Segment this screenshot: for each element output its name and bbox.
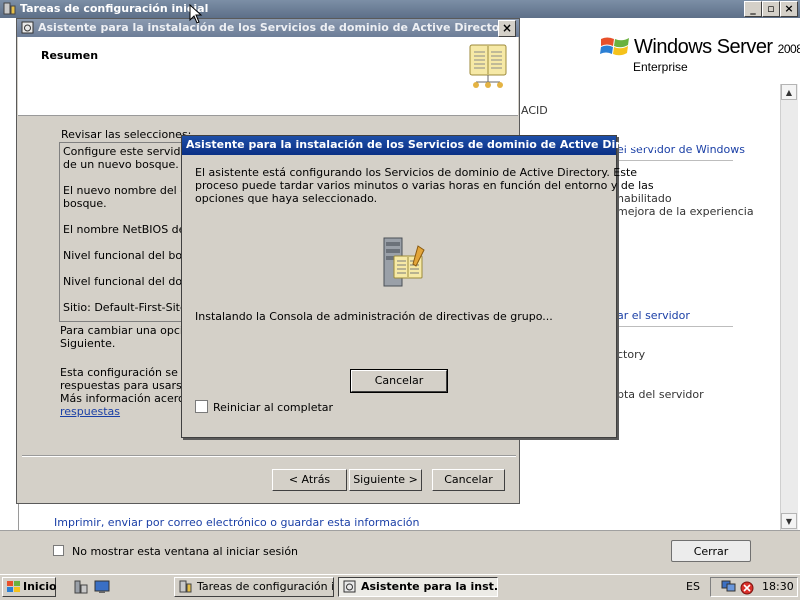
wizard-title: Asistente para la instalación de los Ser… [38, 21, 513, 34]
progress-message-line: El asistente está configurando los Servi… [195, 166, 638, 179]
taskbar-item-label: Asistente para la inst... [361, 580, 498, 593]
review-item: Sitio: Default-First-Site-Na [63, 301, 190, 314]
next-button[interactable]: Siguiente > [349, 469, 422, 491]
wizard-app-icon [343, 580, 356, 593]
server-tasks-icon [179, 580, 192, 593]
print-email-save-link[interactable]: Imprimir, enviar por correo electrónico … [54, 516, 420, 529]
taskbar-item-label: Tareas de configuración i... [197, 580, 334, 593]
scroll-up-arrow-icon[interactable]: ▲ [781, 84, 797, 100]
scroll-down-arrow-icon[interactable]: ▼ [781, 513, 797, 529]
restart-checkbox[interactable] [195, 400, 208, 413]
task-partial-text: nabilitado [617, 192, 672, 205]
directory-book-icon [469, 44, 507, 88]
review-item: de un nuevo bosque. [63, 158, 179, 171]
review-item: El nombre NetBIOS del d [63, 223, 191, 236]
server-tasks-icon [3, 2, 16, 15]
progress-message-line: proceso puede tardar varios minutos o va… [195, 179, 654, 192]
restart-label: Reiniciar al completar [213, 401, 334, 414]
review-item: Configure este servidor c [63, 145, 191, 158]
back-button[interactable]: < Atrás [272, 469, 347, 491]
wizard-cancel-button[interactable]: Cancelar [432, 469, 505, 491]
wizard-separator [22, 455, 516, 457]
close-window-button[interactable]: × [780, 1, 798, 17]
progress-title: Asistente para la instalación de los Ser… [186, 138, 661, 151]
taskbar-item-wizard[interactable]: Asistente para la inst... [338, 577, 498, 597]
task-link-customize-server[interactable]: ar el servidor [617, 309, 690, 322]
brand-logotype: Windows Server 2008 [634, 36, 800, 58]
answers-link[interactable]: respuestas [60, 405, 120, 418]
windows-flag-icon [600, 37, 629, 56]
dont-show-label: No mostrar esta ventana al iniciar sesió… [72, 545, 299, 558]
maximize-button[interactable]: ▫ [762, 1, 780, 17]
wizard-app-icon [21, 21, 34, 34]
divider [617, 160, 733, 161]
security-alert-icon[interactable] [740, 581, 754, 595]
review-selections-box[interactable]: Configure este servidor c de un nuevo bo… [59, 142, 191, 322]
page-title: Resumen [41, 49, 99, 62]
close-button[interactable]: Cerrar [671, 540, 751, 562]
dont-show-checkbox[interactable] [53, 545, 64, 556]
initial-config-title: Tareas de configuración inicial [20, 2, 209, 15]
network-icon[interactable] [721, 579, 737, 594]
progress-cancel-button[interactable]: Cancelar [350, 369, 448, 393]
change-option-text: Siguiente. [60, 337, 116, 350]
start-button[interactable]: Inicio [2, 577, 57, 597]
progress-message-line: opciones que haya seleccionado. [195, 192, 378, 205]
minimize-button[interactable]: _ [744, 1, 762, 17]
wizard-close-button[interactable]: × [498, 20, 516, 37]
start-label: Inicio [23, 580, 57, 593]
divider [617, 326, 733, 327]
task-partial-text: pta del servidor [617, 388, 704, 401]
review-item: El nuevo nombre del dom [63, 184, 191, 197]
review-label: Revisar las selecciones: [61, 128, 192, 141]
task-partial-text: ACID [521, 104, 548, 117]
mouse-cursor-icon [189, 4, 203, 24]
server-directory-icon [383, 237, 425, 287]
progress-status: Instalando la Consola de administración … [195, 310, 553, 323]
brand-edition: Enterprise [633, 60, 688, 74]
review-item: bosque. [63, 197, 107, 210]
windows-flag-icon [7, 581, 20, 592]
task-partial-text: ctory [617, 348, 646, 361]
config-note-text: respuestas para usarse c [60, 379, 199, 392]
review-item: Nivel funcional del bosqu [63, 249, 191, 262]
show-desktop-icon[interactable] [94, 580, 110, 594]
taskbar-item-initial-config[interactable]: Tareas de configuración i... [174, 577, 334, 597]
server-manager-quicklaunch-icon[interactable] [74, 580, 88, 594]
task-partial-text: mejora de la experiencia [617, 205, 754, 218]
language-indicator[interactable]: ES [686, 580, 700, 593]
vertical-scrollbar[interactable]: ▲ ▼ [780, 84, 798, 530]
review-item: Nivel funcional del domin [63, 275, 191, 288]
change-option-text: Para cambiar una opción, [60, 324, 201, 337]
clock: 18:30 [762, 580, 794, 593]
